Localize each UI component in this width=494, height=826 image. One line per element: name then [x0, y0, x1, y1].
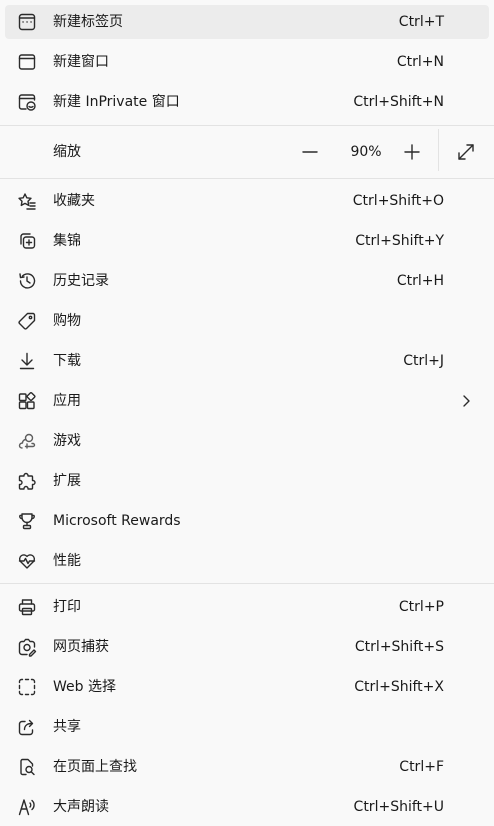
menu-item-label: 扩展 — [53, 473, 81, 489]
menu-item-print[interactable]: 打印 Ctrl+P — [5, 590, 489, 624]
menu-item-extensions[interactable]: 扩展 — [5, 464, 489, 498]
menu-item-read-aloud[interactable]: 大声朗读 Ctrl+Shift+U — [5, 790, 489, 824]
menu-item-label: 网页捕获 — [53, 639, 109, 655]
chevron-right-icon — [463, 395, 470, 407]
games-icon — [17, 431, 37, 451]
zoom-label: 缩放 — [53, 144, 81, 160]
menu-item-favorites[interactable]: 收藏夹 Ctrl+Shift+O — [5, 184, 489, 218]
read-aloud-icon — [17, 797, 37, 817]
menu-item-apps[interactable]: 应用 — [5, 384, 489, 418]
menu-item-label: 购物 — [53, 313, 81, 329]
menu-item-collections[interactable]: 集锦 Ctrl+Shift+Y — [5, 224, 489, 258]
window-icon — [17, 52, 37, 72]
print-icon — [17, 597, 37, 617]
menu-item-downloads[interactable]: 下载 Ctrl+J — [5, 344, 489, 378]
new-tab-icon — [17, 12, 37, 32]
menu-item-label: 历史记录 — [53, 273, 109, 289]
extensions-puzzle-icon — [17, 471, 37, 491]
zoom-in-button[interactable] — [395, 135, 429, 169]
separator — [0, 178, 494, 179]
separator — [0, 583, 494, 584]
menu-item-new-tab[interactable]: 新建标签页 Ctrl+T — [5, 5, 489, 39]
menu-item-shopping[interactable]: 购物 — [5, 304, 489, 338]
separator — [0, 125, 494, 126]
menu-item-label: 在页面上查找 — [53, 759, 137, 775]
menu-item-label: 集锦 — [53, 233, 81, 249]
menu-item-label: 收藏夹 — [53, 193, 95, 209]
menu-item-new-inprivate[interactable]: 新建 InPrivate 窗口 Ctrl+Shift+N — [5, 85, 489, 119]
history-icon — [17, 271, 37, 291]
menu-item-label: 下载 — [53, 353, 81, 369]
zoom-value: 90% — [350, 144, 382, 160]
share-icon — [17, 717, 37, 737]
shortcut-text: Ctrl+Shift+S — [354, 639, 444, 655]
web-select-icon — [17, 677, 37, 697]
shortcut-text: Ctrl+Shift+N — [353, 94, 444, 110]
shortcut-text: Ctrl+J — [403, 353, 444, 369]
menu-item-label: 大声朗读 — [53, 799, 109, 815]
inprivate-icon — [17, 92, 37, 112]
performance-heartbeat-icon — [17, 551, 37, 571]
menu-item-share[interactable]: 共享 — [5, 710, 489, 744]
shopping-tag-icon — [17, 311, 37, 331]
menu-item-label: 共享 — [53, 719, 81, 735]
rewards-trophy-icon — [17, 511, 37, 531]
menu-item-rewards[interactable]: Microsoft Rewards — [5, 504, 489, 538]
favorites-star-icon — [17, 191, 37, 211]
menu-item-find[interactable]: 在页面上查找 Ctrl+F — [5, 750, 489, 784]
menu-item-performance[interactable]: 性能 — [5, 544, 489, 578]
shortcut-text: Ctrl+T — [398, 14, 444, 30]
shortcut-text: Ctrl+P — [398, 599, 444, 615]
zoom-out-button[interactable] — [293, 135, 327, 169]
shortcut-text: Ctrl+Shift+O — [352, 193, 444, 209]
menu-item-label: 游戏 — [53, 433, 81, 449]
menu-item-web-select[interactable]: Web 选择 Ctrl+Shift+X — [5, 670, 489, 704]
menu-item-new-window[interactable]: 新建窗口 Ctrl+N — [5, 45, 489, 79]
find-on-page-icon — [17, 757, 37, 777]
fullscreen-icon — [458, 144, 474, 160]
menu-item-label: Microsoft Rewards — [53, 513, 181, 529]
shortcut-text: Ctrl+N — [396, 54, 444, 70]
menu-item-games[interactable]: 游戏 — [5, 424, 489, 458]
shortcut-text: Ctrl+Shift+Y — [355, 233, 444, 249]
menu-item-label: 性能 — [53, 553, 81, 569]
menu-item-label: Web 选择 — [53, 679, 116, 695]
shortcut-text: Ctrl+Shift+X — [354, 679, 444, 695]
shortcut-text: Ctrl+F — [399, 759, 444, 775]
web-capture-icon — [17, 637, 37, 657]
minus-icon — [302, 151, 318, 153]
fullscreen-button[interactable] — [449, 135, 483, 169]
vertical-separator — [438, 129, 439, 171]
menu-item-web-capture[interactable]: 网页捕获 Ctrl+Shift+S — [5, 630, 489, 664]
menu-item-label: 应用 — [53, 393, 81, 409]
menu-item-history[interactable]: 历史记录 Ctrl+H — [5, 264, 489, 298]
shortcut-text: Ctrl+H — [396, 273, 444, 289]
settings-menu: 新建标签页 Ctrl+T 新建窗口 Ctrl+N 新建 InPrivate 窗口… — [0, 0, 494, 826]
shortcut-text: Ctrl+Shift+U — [353, 799, 444, 815]
menu-item-label: 打印 — [53, 599, 81, 615]
menu-item-label: 新建 InPrivate 窗口 — [53, 94, 180, 110]
download-icon — [17, 351, 37, 371]
menu-item-label: 新建标签页 — [53, 14, 123, 30]
menu-item-label: 新建窗口 — [53, 54, 109, 70]
collections-icon — [17, 231, 37, 251]
plus-icon — [404, 144, 420, 160]
apps-icon — [17, 391, 37, 411]
